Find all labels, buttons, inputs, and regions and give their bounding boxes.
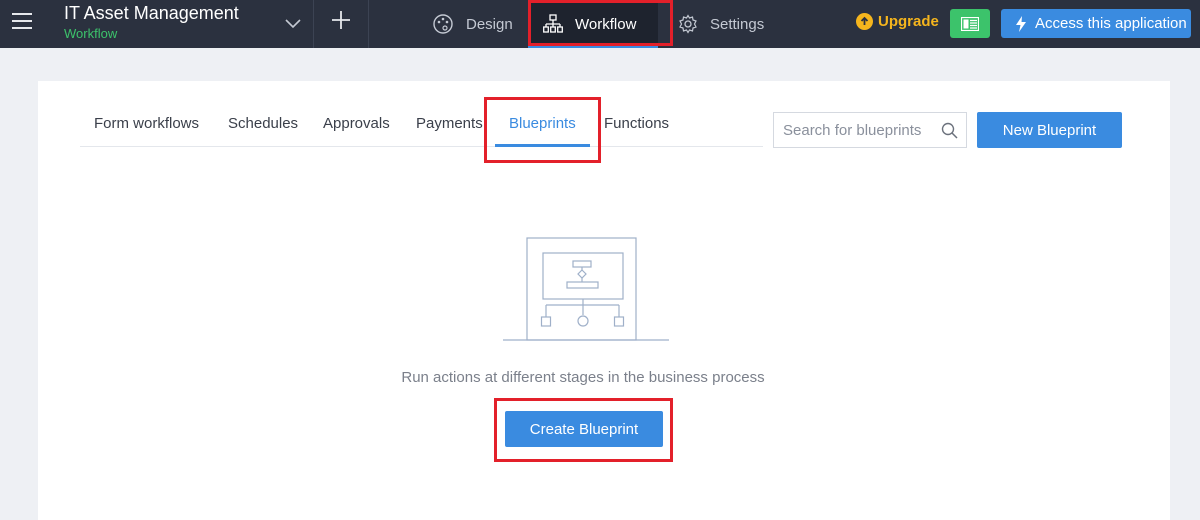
search-icon xyxy=(941,122,958,139)
highlight-box xyxy=(484,97,601,163)
nav-design-label: Design xyxy=(466,15,513,33)
tab-form-workflows[interactable]: Form workflows xyxy=(94,115,199,132)
upgrade-button[interactable]: Upgrade xyxy=(856,13,939,30)
tab-functions[interactable]: Functions xyxy=(604,115,669,132)
arrow-up-circle-icon xyxy=(856,13,873,30)
tabs-divider xyxy=(80,146,763,147)
top-bar: IT Asset Management Workflow Design Work… xyxy=(0,0,1200,48)
lightning-icon xyxy=(1016,15,1026,32)
hamburger-menu-icon[interactable] xyxy=(12,13,32,33)
tab-payments[interactable]: Payments xyxy=(416,115,483,132)
divider xyxy=(368,0,369,48)
palette-icon xyxy=(433,14,453,34)
access-application-button[interactable]: Access this application xyxy=(1001,9,1191,38)
upgrade-label: Upgrade xyxy=(878,13,939,30)
nav-design[interactable]: Design xyxy=(432,0,513,48)
search-placeholder: Search for blueprints xyxy=(783,122,922,139)
gear-icon xyxy=(679,14,697,34)
nav-settings[interactable]: Settings xyxy=(678,0,764,48)
chevron-down-icon[interactable] xyxy=(284,14,302,32)
highlight-box xyxy=(494,398,673,462)
tab-approvals[interactable]: Approvals xyxy=(323,115,390,132)
divider xyxy=(313,0,314,48)
empty-state-message: Run actions at different stages in the b… xyxy=(401,369,765,386)
app-subtitle: Workflow xyxy=(64,26,118,41)
access-label: Access this application xyxy=(1035,15,1187,32)
view-layout-button[interactable] xyxy=(950,9,990,38)
highlight-box xyxy=(528,0,673,46)
nav-settings-label: Settings xyxy=(710,15,765,33)
plus-icon[interactable] xyxy=(330,9,352,31)
new-blueprint-button[interactable]: New Blueprint xyxy=(977,112,1122,148)
blueprint-diagram-illustration xyxy=(503,237,669,341)
tab-schedules[interactable]: Schedules xyxy=(228,115,298,132)
layout-view-icon xyxy=(961,16,979,31)
app-title: IT Asset Management xyxy=(64,3,239,23)
search-input[interactable]: Search for blueprints xyxy=(773,112,967,148)
